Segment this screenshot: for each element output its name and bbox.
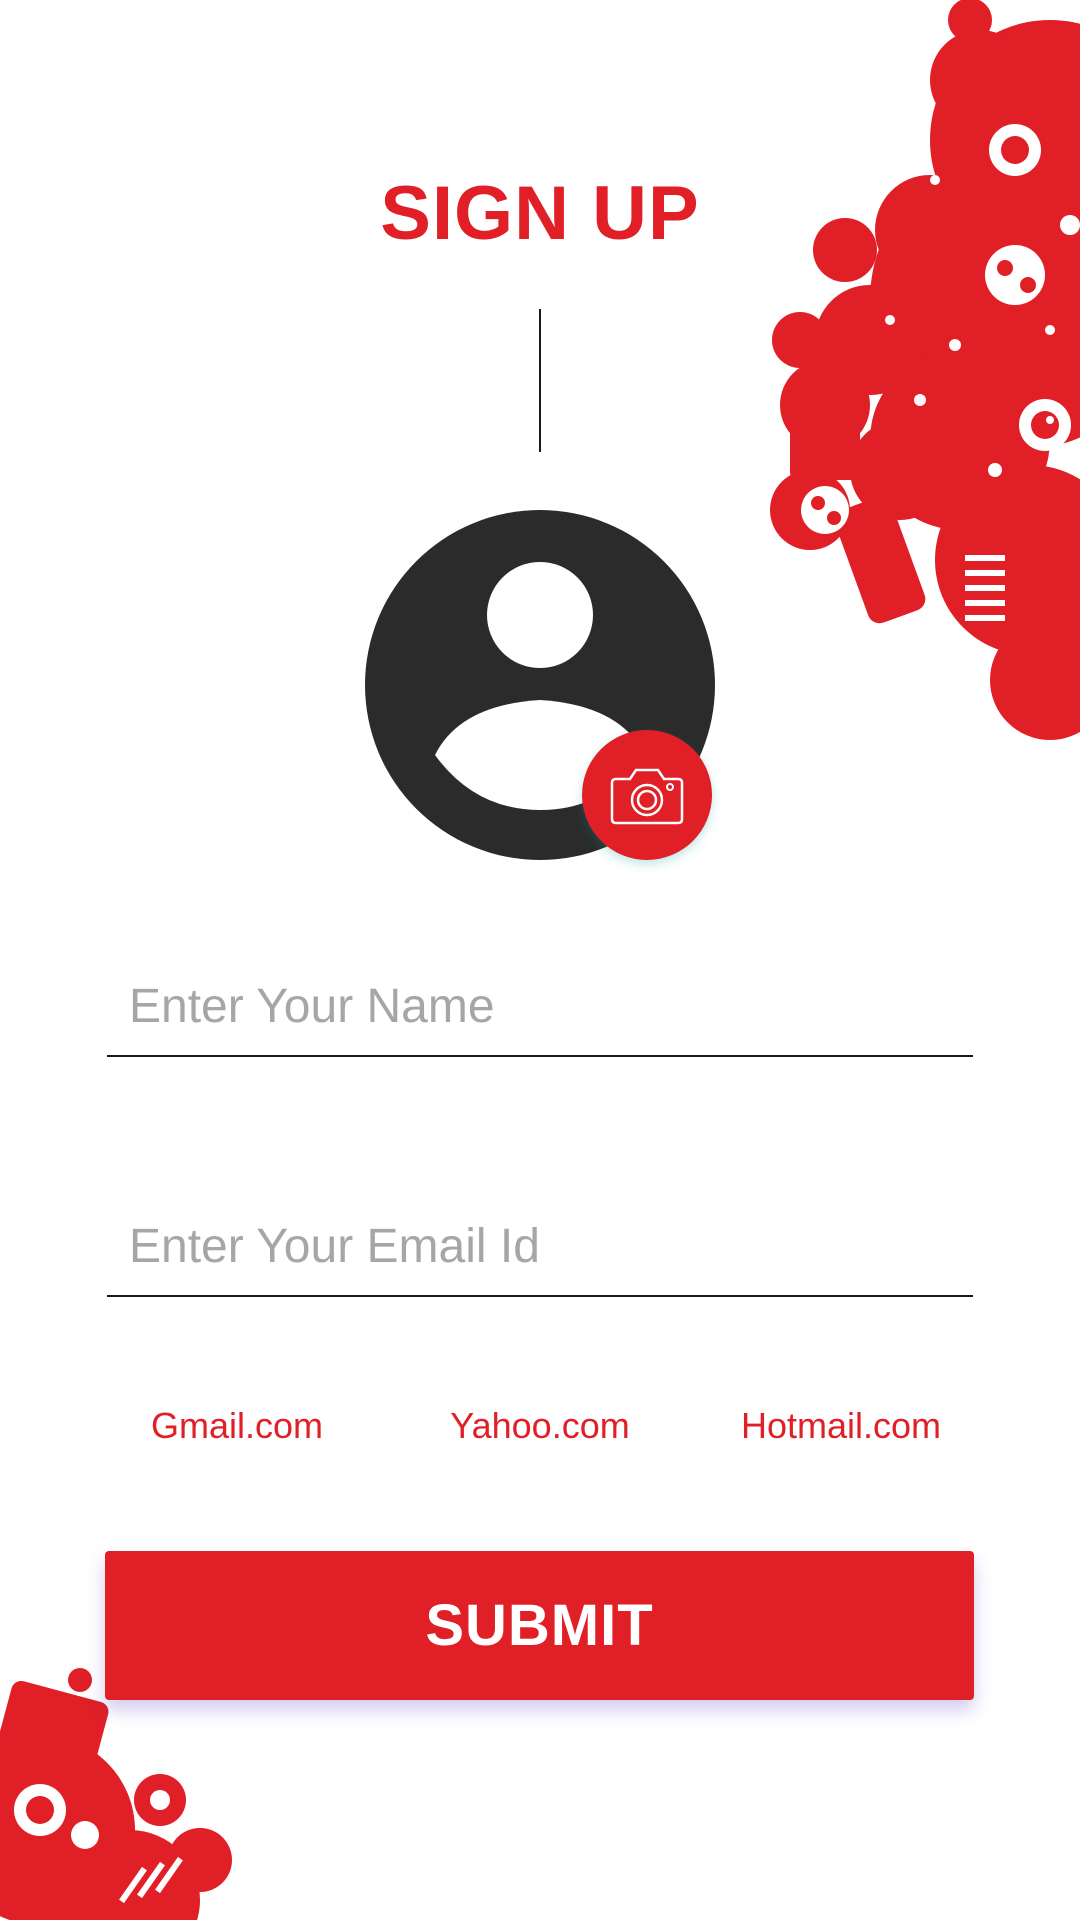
divider-line (539, 309, 541, 452)
email-input[interactable] (127, 1195, 971, 1297)
email-domain-suggestions: Gmail.com Yahoo.com Hotmail.com (107, 1405, 973, 1465)
domain-chip-yahoo[interactable]: Yahoo.com (450, 1405, 629, 1447)
domain-chip-hotmail[interactable]: Hotmail.com (741, 1405, 941, 1447)
camera-icon (610, 768, 684, 825)
change-photo-button[interactable] (582, 730, 712, 860)
decorative-pattern-top-right (770, 0, 1080, 740)
page-title: SIGN UP (380, 171, 700, 256)
name-input[interactable] (127, 955, 971, 1057)
submit-button[interactable]: SUBMIT (105, 1551, 974, 1700)
name-field (107, 955, 973, 1057)
email-field (107, 1195, 973, 1297)
domain-chip-gmail[interactable]: Gmail.com (151, 1405, 323, 1447)
